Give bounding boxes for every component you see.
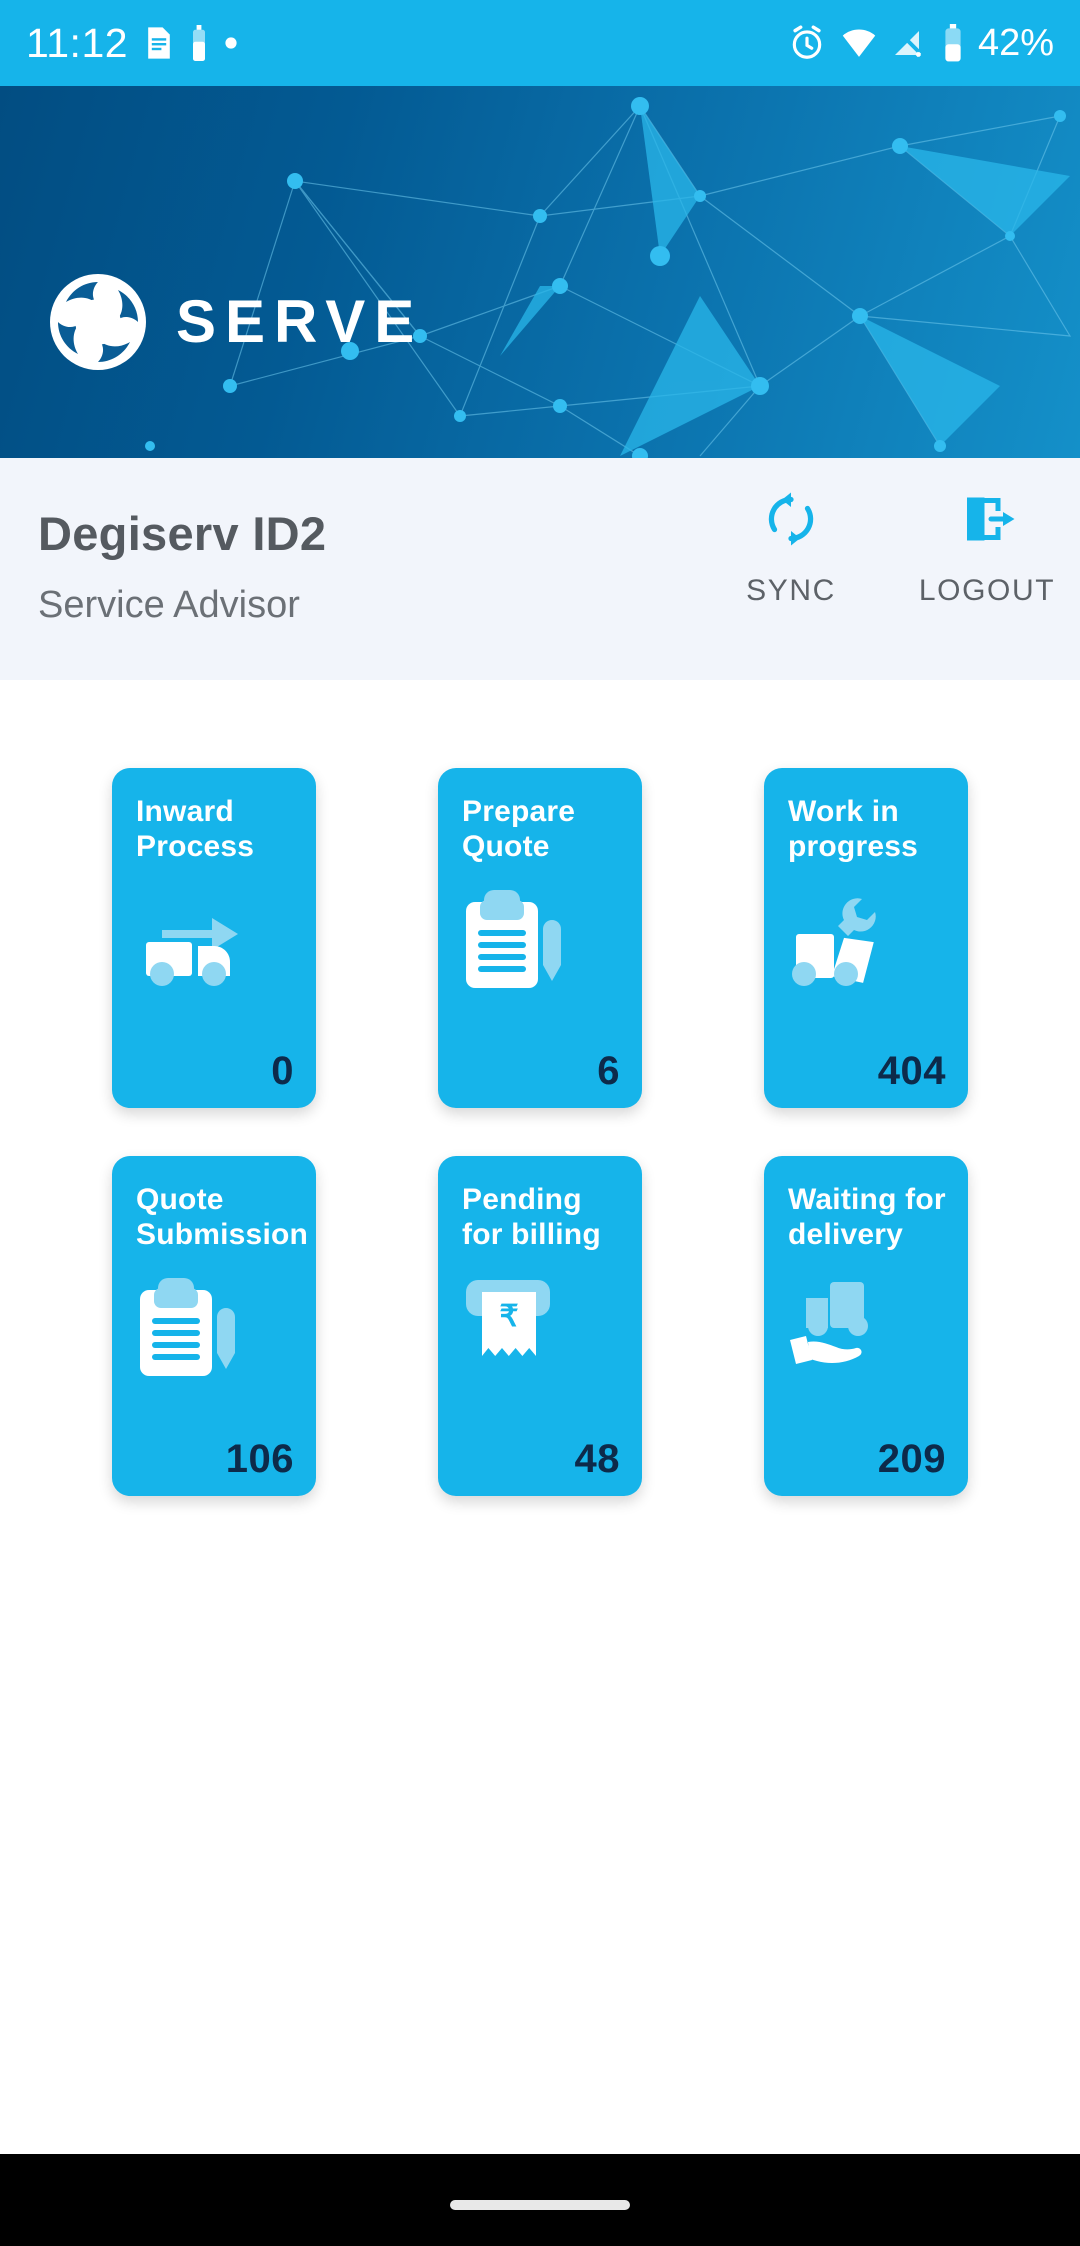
card-title-line1: Work in — [788, 795, 899, 828]
card-count: 209 — [877, 1437, 946, 1481]
battery-percent-label: 42% — [977, 21, 1054, 64]
card-title-line2: Quote — [462, 830, 550, 864]
truck-arrow-icon — [146, 918, 238, 986]
app-screen: 11:12 42% L SERVE Degiserv ID2 Service A… — [0, 0, 1080, 2246]
status-bar: 11:12 42% — [0, 0, 1080, 86]
card-prepare-quote[interactable]: Prepare Quote 6 — [438, 768, 642, 1108]
battery-icon — [945, 24, 961, 62]
card-title-line1: Waiting for — [788, 1183, 946, 1216]
card-count: 0 — [271, 1049, 294, 1093]
system-navigation-bar — [0, 2154, 1080, 2246]
card-title-line2: progress — [788, 830, 918, 864]
alarm-icon — [792, 25, 822, 59]
card-title-line2: for billing — [462, 1218, 601, 1252]
card-title: Pending for billing — [462, 1182, 620, 1253]
card-count: 6 — [597, 1049, 620, 1093]
card-title: Waiting for delivery — [788, 1182, 946, 1253]
logout-exit-icon — [967, 497, 1015, 541]
card-quote-submission[interactable]: Quote Submission 106 — [112, 1156, 316, 1496]
signal-off-icon — [894, 28, 925, 58]
user-bar-actions: SYNC LOGOUT — [716, 488, 1062, 608]
card-title-line1: Quote — [136, 1183, 224, 1216]
dot-icon — [225, 37, 237, 49]
card-count: 106 — [225, 1437, 294, 1481]
card-work-in-progress[interactable]: Work in progress 404 — [764, 768, 968, 1108]
card-title-line2: Submission — [136, 1218, 309, 1252]
wifi-icon — [842, 29, 876, 57]
card-title-line2: delivery — [788, 1218, 904, 1252]
card-title: Inward Process — [136, 794, 294, 865]
card-count: 48 — [574, 1437, 620, 1481]
card-title: Quote Submission — [136, 1182, 308, 1253]
user-role: Service Advisor — [38, 584, 300, 626]
svg-text:₹: ₹ — [499, 1300, 518, 1333]
sync-refresh-icon — [768, 492, 814, 546]
home-gesture-pill[interactable] — [450, 2200, 630, 2210]
card-title: Work in progress — [788, 794, 946, 865]
status-bar-clock: 11:12 — [26, 19, 129, 66]
brand-banner: L SERVE — [0, 86, 1080, 458]
logout-button[interactable]: LOGOUT — [912, 488, 1062, 608]
user-name: Degiserv ID2 — [38, 507, 327, 560]
dashboard-card-grid: Inward Process 0 Prepare Quote 6 Work in… — [0, 680, 1080, 1496]
card-title-line1: Pending — [462, 1183, 582, 1216]
clipboard-pen-icon — [140, 1278, 235, 1376]
card-title-line1: Prepare — [462, 795, 576, 828]
sync-button[interactable]: SYNC — [716, 488, 866, 608]
brand-name: SERVE — [176, 288, 424, 355]
status-bar-left: 11:12 — [26, 20, 238, 67]
document-icon — [148, 27, 170, 59]
card-count: 404 — [877, 1049, 946, 1093]
clipboard-pen-icon — [466, 890, 561, 988]
card-title-line1: Inward — [136, 795, 234, 828]
svg-text:L: L — [87, 305, 109, 342]
logout-button-label: LOGOUT — [918, 574, 1056, 607]
truck-wrench-icon — [792, 898, 876, 986]
card-pending-for-billing[interactable]: Pending for billing ₹ 48 — [438, 1156, 642, 1496]
ashok-leyland-logo-icon: L — [50, 274, 146, 370]
brand-lockup: L SERVE — [48, 272, 423, 372]
card-title: Prepare Quote — [462, 794, 620, 865]
user-info-bar: Degiserv ID2 Service Advisor SYNC LOGOUT — [0, 458, 1080, 680]
card-inward-process[interactable]: Inward Process 0 — [112, 768, 316, 1108]
status-bar-right: 42% — [788, 22, 1054, 65]
card-title-line2: Process — [136, 830, 255, 864]
card-waiting-for-delivery[interactable]: Waiting for delivery 209 — [764, 1156, 968, 1496]
sync-button-label: SYNC — [746, 574, 836, 607]
battery-small-icon — [193, 25, 206, 61]
receipt-rupee-icon: ₹ — [466, 1280, 550, 1356]
hand-truck-delivery-icon — [790, 1282, 868, 1364]
